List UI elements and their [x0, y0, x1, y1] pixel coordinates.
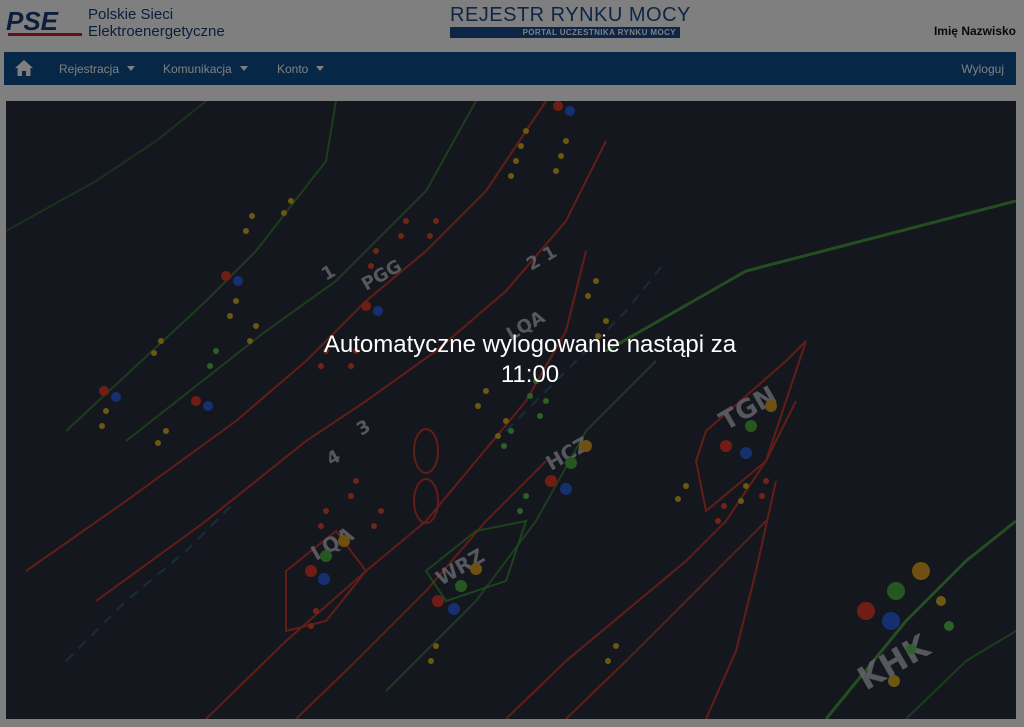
session-timeout-text: Automatyczne wylogowanie nastąpi za: [323, 331, 737, 358]
session-timeout-countdown: 11:00: [500, 361, 560, 388]
session-timeout-message: Automatyczne wylogowanie nastąpi za 11:0…: [0, 330, 1024, 390]
